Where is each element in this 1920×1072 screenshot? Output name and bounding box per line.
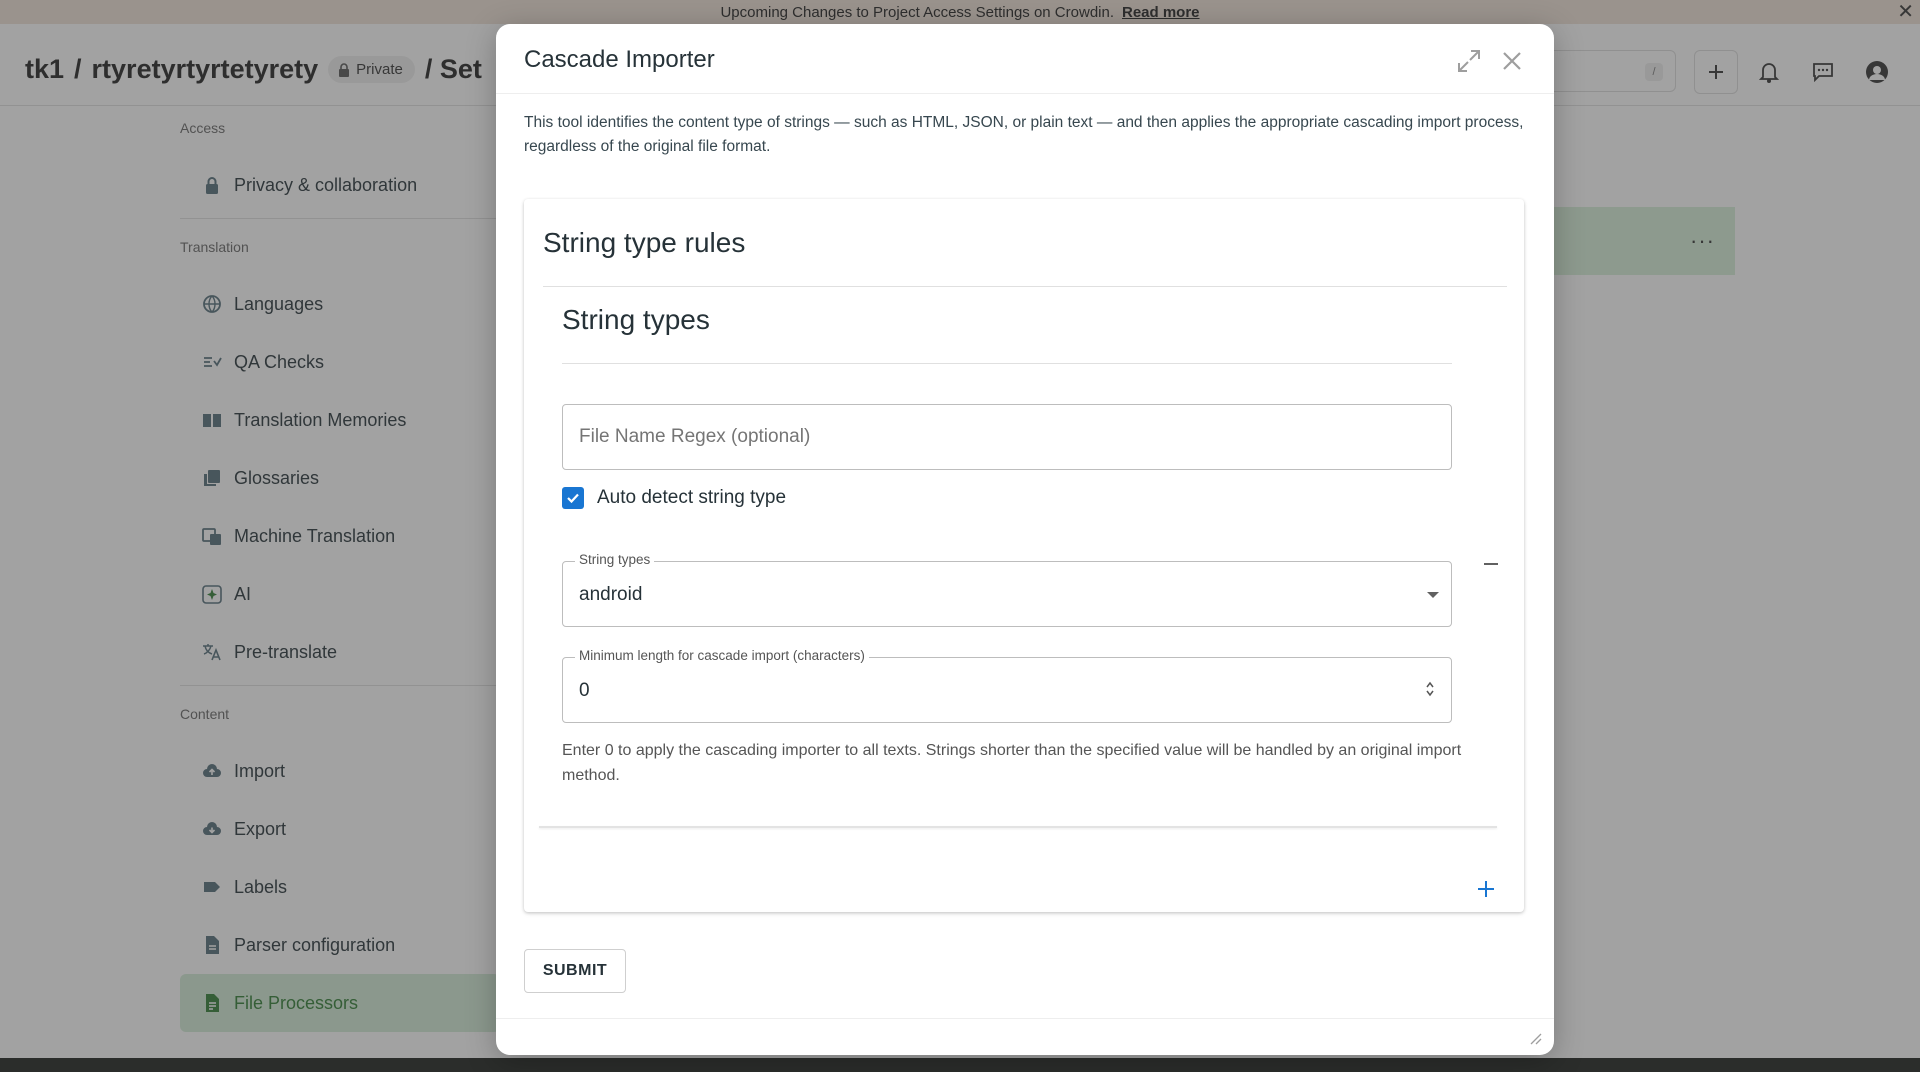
rules-divider bbox=[543, 286, 1507, 287]
resize-handle-icon[interactable] bbox=[1528, 1031, 1542, 1045]
dialog-footer-divider bbox=[496, 1018, 1554, 1019]
string-types-select-value: android bbox=[579, 584, 643, 605]
string-types-select[interactable]: String types android bbox=[562, 552, 1452, 627]
add-rule-icon[interactable] bbox=[1474, 877, 1498, 901]
checkmark-icon bbox=[567, 493, 579, 504]
string-types-heading: String types bbox=[562, 304, 710, 335]
minimum-length-value: 0 bbox=[579, 680, 590, 701]
types-divider bbox=[562, 363, 1452, 364]
submit-button[interactable]: SUBMIT bbox=[524, 949, 626, 993]
auto-detect-label: Auto detect string type bbox=[597, 487, 787, 508]
dropdown-arrow-icon bbox=[1427, 592, 1439, 598]
dialog-description: This tool identifies the content type of… bbox=[524, 114, 1524, 155]
auto-detect-checkbox-row[interactable]: Auto detect string type bbox=[562, 487, 786, 509]
file-name-regex-input[interactable] bbox=[562, 404, 1452, 470]
rules-heading: String type rules bbox=[543, 227, 746, 258]
number-stepper-icon[interactable] bbox=[1425, 680, 1435, 698]
minimum-length-label: Minimum length for cascade import (chara… bbox=[575, 648, 869, 663]
rule-group-divider bbox=[539, 826, 1497, 828]
cascade-importer-dialog: Cascade Importer This tool identifies th… bbox=[496, 24, 1554, 1055]
minimum-length-help-text: Enter 0 to apply the cascading importer … bbox=[562, 742, 1462, 784]
expand-icon[interactable] bbox=[1456, 48, 1482, 74]
auto-detect-checkbox[interactable] bbox=[562, 487, 584, 509]
string-types-select-label: String types bbox=[575, 552, 655, 567]
minimum-length-input[interactable]: Minimum length for cascade import (chara… bbox=[562, 648, 1452, 723]
dialog-title: Cascade Importer bbox=[524, 46, 715, 73]
string-type-rules-card: String type rules String types Auto dete… bbox=[524, 199, 1524, 912]
dialog-header: Cascade Importer bbox=[496, 24, 1554, 94]
remove-rule-icon[interactable] bbox=[1479, 552, 1503, 576]
close-icon[interactable] bbox=[1499, 48, 1525, 74]
